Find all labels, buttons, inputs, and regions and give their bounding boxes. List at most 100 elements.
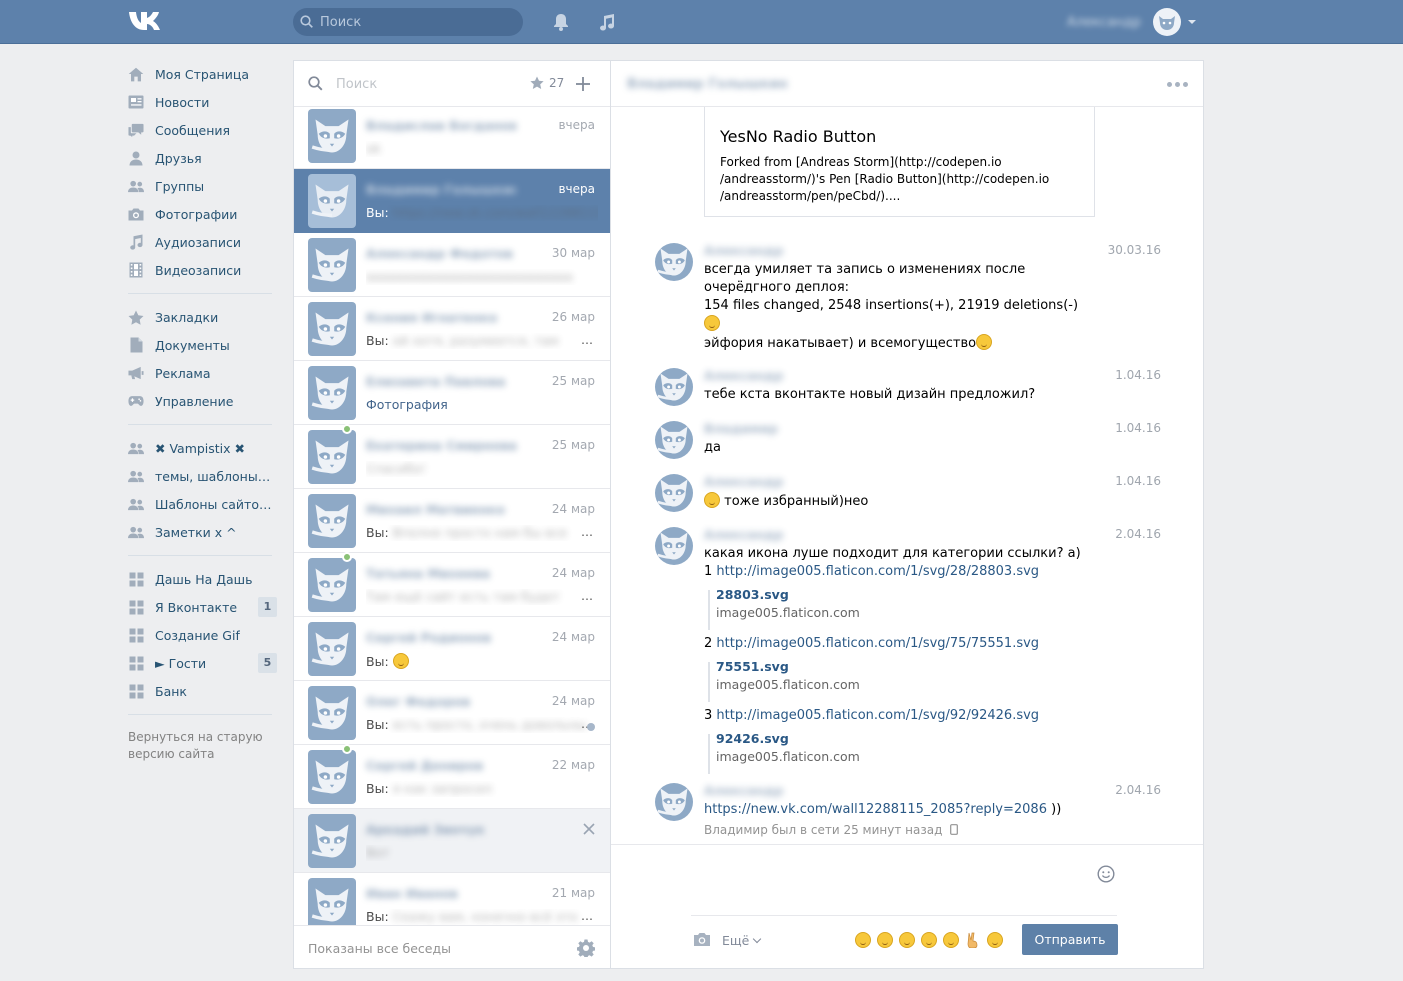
dialog-row[interactable]: Сергей Родионов 24 мар Вы: bbox=[294, 617, 610, 681]
plus-icon[interactable] bbox=[574, 75, 592, 93]
message-author[interactable]: Александр bbox=[704, 243, 783, 258]
nav-item-main-4[interactable]: Группы bbox=[128, 172, 278, 200]
messages-icon bbox=[128, 122, 144, 138]
dialog-search-bar: 27 bbox=[294, 61, 610, 107]
avatar[interactable] bbox=[655, 527, 693, 565]
message-author[interactable]: Александр bbox=[704, 368, 783, 383]
emoji-icon[interactable] bbox=[943, 932, 959, 948]
avatar[interactable] bbox=[655, 474, 693, 512]
nav-item-apps-0[interactable]: Дашь На Дашь bbox=[128, 565, 278, 593]
starred-dialogs-button[interactable]: 27 bbox=[530, 76, 564, 90]
send-button[interactable]: Отправить bbox=[1022, 924, 1118, 955]
avatar[interactable] bbox=[655, 368, 693, 406]
message-link[interactable]: http://image005.flaticon.com/1/svg/75/75… bbox=[716, 636, 1039, 651]
message-author[interactable]: Владимир bbox=[704, 421, 778, 436]
avatar[interactable] bbox=[308, 558, 356, 612]
nav-item-apps-4[interactable]: Банк bbox=[128, 677, 278, 705]
dialog-list-footer: Показаны все беседы bbox=[294, 925, 610, 969]
avatar[interactable] bbox=[655, 421, 693, 459]
link-attachment[interactable]: 28803.svg image005.flaticon.com bbox=[704, 586, 1104, 630]
dialog-row[interactable]: Олег Федоров 24 мар Вы: есть просто, очень… bbox=[294, 681, 610, 745]
dialog-row[interactable]: Иван Иванов 21 мар Вы: Скажу вам, конечно … bbox=[294, 873, 610, 925]
close-icon[interactable] bbox=[583, 823, 595, 835]
avatar[interactable] bbox=[655, 783, 693, 821]
avatar[interactable] bbox=[308, 430, 356, 484]
message-link[interactable]: https://new.vk.com/wall12288115_2085?rep… bbox=[704, 802, 1047, 817]
victory-hand-icon[interactable] bbox=[965, 932, 981, 949]
top-search[interactable] bbox=[293, 8, 523, 36]
nav-item-main-6[interactable]: Аудиозаписи bbox=[128, 228, 278, 256]
nav-item-secondary-2[interactable]: Реклама bbox=[128, 359, 278, 387]
chat-title[interactable]: Владимир Голышкин bbox=[627, 77, 788, 92]
message-author[interactable]: Александр bbox=[704, 527, 783, 542]
gear-icon[interactable] bbox=[577, 939, 595, 957]
dialog-row[interactable]: Александр Федотов 30 мар ааааааааааааааааа… bbox=[294, 233, 610, 297]
dialog-row[interactable]: Михаил Матвиенко 24 мар Вы: Вполне просто … bbox=[294, 489, 610, 553]
link-attachment[interactable]: 75551.svg image005.flaticon.com bbox=[704, 658, 1104, 702]
nav-item-main-3[interactable]: Друзья bbox=[128, 144, 278, 172]
dialog-search-input[interactable] bbox=[336, 75, 506, 93]
avatar[interactable] bbox=[308, 814, 356, 868]
emoji-icon[interactable] bbox=[877, 932, 893, 948]
avatar[interactable] bbox=[655, 243, 693, 281]
nav-item-main-1[interactable]: Новости bbox=[128, 88, 278, 116]
link-attachment[interactable]: 92426.svg image005.flaticon.com bbox=[704, 730, 1104, 774]
compose-input[interactable] bbox=[691, 915, 1117, 916]
old-version-link[interactable]: Вернуться на старую версию сайта bbox=[128, 729, 278, 763]
you-prefix: Вы: bbox=[366, 525, 389, 540]
message-preview: ok bbox=[366, 141, 381, 156]
user-menu[interactable]: Александр bbox=[1064, 7, 1199, 37]
dialog-row[interactable]: Татьяна Михеева 24 мар Там ещё сайт есть т… bbox=[294, 552, 610, 617]
nav-item-main-0[interactable]: Моя Страница bbox=[128, 60, 278, 88]
nav-item-apps-1[interactable]: Я Вконтакте 1 bbox=[128, 593, 278, 621]
avatar[interactable] bbox=[308, 878, 356, 925]
search-input[interactable] bbox=[320, 8, 515, 36]
message-author[interactable]: Александр bbox=[704, 783, 783, 798]
avatar[interactable] bbox=[308, 366, 356, 420]
dialog-row[interactable]: Владимир Голышкин вчера Вы: https://new.vk… bbox=[294, 169, 610, 233]
emoji-icon[interactable] bbox=[987, 932, 1003, 948]
music-icon[interactable] bbox=[596, 11, 618, 33]
emoji-icon[interactable] bbox=[855, 932, 871, 948]
smile-icon[interactable] bbox=[1097, 865, 1115, 883]
camera-icon[interactable] bbox=[693, 932, 711, 947]
dialog-date: 26 мар bbox=[551, 310, 595, 324]
message-author[interactable]: Александр bbox=[704, 474, 783, 489]
nav-item-groups-0[interactable]: ✖ Vampistix ✖ bbox=[128, 434, 278, 462]
avatar[interactable] bbox=[308, 174, 356, 228]
avatar[interactable] bbox=[308, 302, 356, 356]
emoji-icon[interactable] bbox=[921, 932, 937, 948]
message-link[interactable]: http://image005.flaticon.com/1/svg/28/28… bbox=[716, 564, 1039, 579]
avatar[interactable] bbox=[308, 109, 356, 163]
nav-item-main-5[interactable]: Фотографии bbox=[128, 200, 278, 228]
nav-item-secondary-3[interactable]: Управление bbox=[128, 387, 278, 415]
link-snippet[interactable]: YesNo Radio Button Forked from [Andreas … bbox=[704, 107, 1095, 217]
nav-item-secondary-1[interactable]: Документы bbox=[128, 331, 278, 359]
avatar[interactable] bbox=[308, 622, 356, 676]
nav-item-groups-1[interactable]: темы, шаблоны и... bbox=[128, 462, 278, 490]
dialog-row[interactable]: Ксения Игнатенко 26 мар Вы: ой хотя, разум… bbox=[294, 297, 610, 361]
emoji-icon[interactable] bbox=[899, 932, 915, 948]
more-attach-button[interactable]: Ещё bbox=[722, 933, 760, 948]
message-link[interactable]: http://image005.flaticon.com/1/svg/92/92… bbox=[716, 708, 1039, 723]
more-actions-icon[interactable] bbox=[1167, 82, 1188, 87]
dialog-row[interactable]: Аркадий Зинчук Вот bbox=[294, 809, 610, 873]
nav-item-groups-3[interactable]: Заметки x ^ bbox=[128, 518, 278, 546]
nav-item-apps-2[interactable]: Создание Gif bbox=[128, 621, 278, 649]
dialog-row[interactable]: Владислав Богданов вчера ok bbox=[294, 107, 610, 169]
dialog-row[interactable]: Екатерина Смирнова 25 мар Спасибо! bbox=[294, 424, 610, 489]
nav-item-secondary-0[interactable]: Закладки bbox=[128, 303, 278, 331]
nav-item-groups-2[interactable]: Шаблоны сайтов,... bbox=[128, 490, 278, 518]
nav-item-main-2[interactable]: Сообщения bbox=[128, 116, 278, 144]
nav-item-apps-3[interactable]: ► Гости 5 bbox=[128, 649, 278, 677]
nav-item-main-7[interactable]: Видеозаписи bbox=[128, 256, 278, 284]
vk-logo[interactable] bbox=[128, 10, 162, 32]
avatar[interactable] bbox=[308, 750, 356, 804]
dialog-row[interactable]: Сергей Дениров 22 мар Вы: я как запросил bbox=[294, 744, 610, 809]
dialog-row[interactable]: Елизавета Павлова 25 мар Фотография bbox=[294, 361, 610, 425]
avatar[interactable] bbox=[308, 238, 356, 292]
avatar[interactable] bbox=[308, 494, 356, 548]
dialog-date: 25 мар bbox=[551, 374, 595, 388]
bell-icon[interactable] bbox=[550, 11, 572, 33]
avatar[interactable] bbox=[308, 686, 356, 740]
